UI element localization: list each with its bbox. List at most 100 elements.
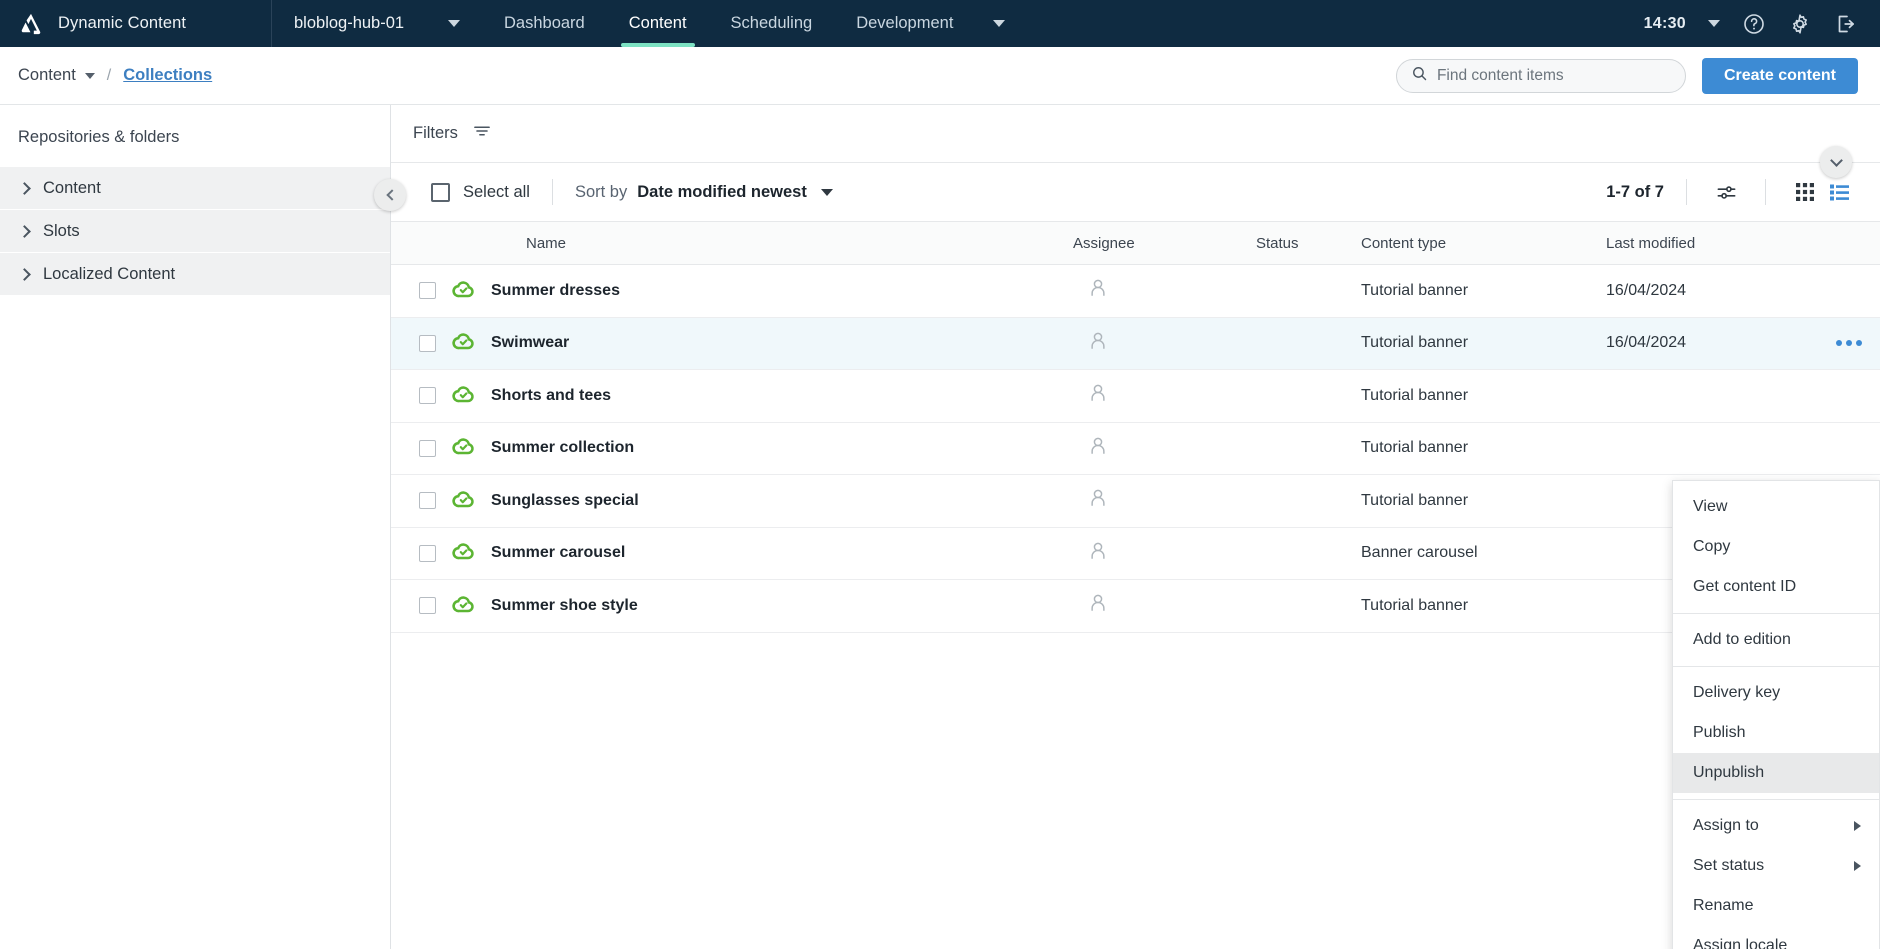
table-row[interactable]: Shorts and tees Tutorial banner	[391, 370, 1880, 423]
search-box[interactable]	[1395, 58, 1686, 93]
list-toolbar: Select all Sort by Date modified newest …	[391, 163, 1880, 221]
assignee-avatar-icon	[1087, 330, 1109, 357]
sidebar-item-content[interactable]: Content	[0, 167, 390, 210]
context-menu-item-assign-to[interactable]: Assign to	[1673, 806, 1879, 846]
row-checkbox[interactable]	[419, 439, 436, 457]
table-row[interactable]: Summer collection Tutorial banner	[391, 423, 1880, 475]
context-menu-item-assign-locale[interactable]: Assign locale	[1673, 926, 1879, 949]
row-checkbox[interactable]	[419, 334, 436, 352]
column-header-last-modified[interactable]: Last modified	[1606, 235, 1806, 252]
top-nav-right-cluster: 14:30	[1644, 12, 1880, 36]
context-menu-item-rename[interactable]: Rename	[1673, 886, 1879, 926]
row-content-type-cell: Tutorial banner	[1361, 596, 1469, 614]
context-menu-item-delivery-key[interactable]: Delivery key	[1673, 673, 1879, 713]
brand-area[interactable]: Dynamic Content	[0, 0, 272, 47]
breadcrumb-root[interactable]: Content	[18, 66, 95, 85]
column-header-name[interactable]: Name	[451, 235, 1061, 252]
sidebar-title: Repositories & folders	[18, 128, 180, 146]
divider	[1686, 179, 1687, 205]
row-actions-kebab-icon[interactable]	[1836, 340, 1862, 347]
row-checkbox-cell	[391, 387, 451, 405]
nav-overflow-button[interactable]	[975, 20, 1023, 27]
clock-display: 14:30	[1643, 14, 1686, 32]
table-row[interactable]: Swimwear Tutorial banner 16/04/2024	[391, 317, 1880, 370]
row-name-label: Summer carousel	[491, 544, 626, 562]
chevron-right-icon	[18, 181, 31, 195]
nav-item-dashboard[interactable]: Dashboard	[482, 0, 607, 47]
row-name-cell[interactable]: Swimwear	[451, 328, 1061, 358]
assignee-avatar-icon	[1087, 540, 1109, 567]
context-menu-item-view[interactable]: View	[1673, 487, 1879, 527]
row-name-cell[interactable]: Sunglasses special	[451, 486, 1061, 516]
list-settings-icon[interactable]	[1709, 175, 1743, 209]
row-name-cell[interactable]: Summer collection	[451, 433, 1061, 463]
row-checkbox[interactable]	[419, 387, 436, 405]
chevron-down-icon	[1829, 153, 1843, 167]
row-name-cell[interactable]: Summer shoe style	[451, 591, 1061, 621]
table-row[interactable]: Summer shoe style Tutorial banner	[391, 580, 1880, 633]
context-menu-item-get-content-id[interactable]: Get content ID	[1673, 567, 1879, 607]
chevron-down-icon	[993, 20, 1006, 27]
row-content-type-cell: Banner carousel	[1361, 544, 1478, 562]
context-menu-item-set-status[interactable]: Set status	[1673, 846, 1879, 886]
row-assignee-cell[interactable]	[1061, 277, 1256, 304]
submenu-arrow-icon	[1854, 861, 1861, 871]
row-name-cell[interactable]: Summer dresses	[451, 276, 1061, 306]
context-menu-item-add-to-edition[interactable]: Add to edition	[1673, 620, 1879, 660]
search-input[interactable]	[1436, 66, 1671, 85]
nav-item-development[interactable]: Development	[834, 0, 975, 47]
list-toolbar-right: 1-7 of 7	[1606, 175, 1856, 209]
row-checkbox[interactable]	[419, 597, 436, 615]
filters-label[interactable]: Filters	[413, 124, 458, 143]
row-checkbox-cell	[391, 334, 451, 352]
table-body: Summer dresses Tutorial banner 16/04/2024…	[391, 265, 1880, 633]
published-cloud-icon	[451, 433, 476, 463]
column-header-content-type[interactable]: Content type	[1361, 235, 1606, 252]
row-assignee-cell[interactable]	[1061, 487, 1256, 514]
chevron-down-icon[interactable]	[1708, 20, 1720, 27]
row-assignee-cell[interactable]	[1061, 330, 1256, 357]
nav-item-content[interactable]: Content	[607, 0, 709, 47]
sort-dropdown-button[interactable]	[820, 183, 833, 201]
row-assignee-cell[interactable]	[1061, 592, 1256, 619]
gear-icon[interactable]	[1788, 12, 1812, 36]
list-view-icon[interactable]	[1822, 175, 1856, 209]
table-row[interactable]: Summer dresses Tutorial banner 16/04/2024	[391, 265, 1880, 318]
sort-by-value[interactable]: Date modified newest	[637, 183, 807, 202]
help-icon[interactable]	[1742, 12, 1766, 36]
row-checkbox[interactable]	[419, 544, 436, 562]
row-name-cell[interactable]: Summer carousel	[451, 538, 1061, 568]
column-header-status[interactable]: Status	[1256, 235, 1361, 252]
sidebar-item-slots[interactable]: Slots	[0, 210, 390, 253]
column-header-assignee[interactable]: Assignee	[1061, 235, 1256, 252]
row-assignee-cell[interactable]	[1061, 382, 1256, 409]
table-row[interactable]: Summer carousel Banner carousel	[391, 528, 1880, 580]
context-menu-item-unpublish[interactable]: Unpublish	[1673, 753, 1879, 793]
sidebar-item-localized-content[interactable]: Localized Content	[0, 253, 390, 296]
hub-selector[interactable]: bloblog-hub-01	[272, 0, 482, 47]
row-name-cell[interactable]: Shorts and tees	[451, 381, 1061, 411]
context-menu-item-label: View	[1693, 498, 1728, 515]
page-body: Repositories & folders Content Slots Loc…	[0, 105, 1880, 949]
select-all-label[interactable]: Select all	[463, 183, 530, 202]
context-menu-item-copy[interactable]: Copy	[1673, 527, 1879, 567]
grid-view-icon[interactable]	[1788, 175, 1822, 209]
sidebar-collapse-button[interactable]	[374, 179, 406, 211]
create-content-button[interactable]: Create content	[1701, 57, 1858, 94]
panel-expand-button[interactable]	[1820, 146, 1852, 178]
breadcrumb-bar: Content / Collections Create content	[0, 47, 1880, 105]
row-checkbox[interactable]	[419, 492, 436, 510]
filter-icon[interactable]	[472, 121, 492, 146]
table-row[interactable]: Sunglasses special Tutorial banner	[391, 475, 1880, 528]
chevron-down-icon	[448, 20, 460, 27]
logout-icon[interactable]	[1834, 12, 1858, 36]
row-assignee-cell[interactable]	[1061, 540, 1256, 567]
row-checkbox[interactable]	[419, 282, 436, 300]
context-menu-item-publish[interactable]: Publish	[1673, 713, 1879, 753]
breadcrumb-current-collections[interactable]: Collections	[123, 66, 212, 85]
select-all-checkbox[interactable]	[431, 182, 450, 202]
row-assignee-cell[interactable]	[1061, 435, 1256, 462]
submenu-arrow-icon	[1854, 821, 1861, 831]
table-header-row: Name Assignee Status Content type Last m…	[391, 221, 1880, 265]
nav-item-scheduling[interactable]: Scheduling	[709, 0, 835, 47]
